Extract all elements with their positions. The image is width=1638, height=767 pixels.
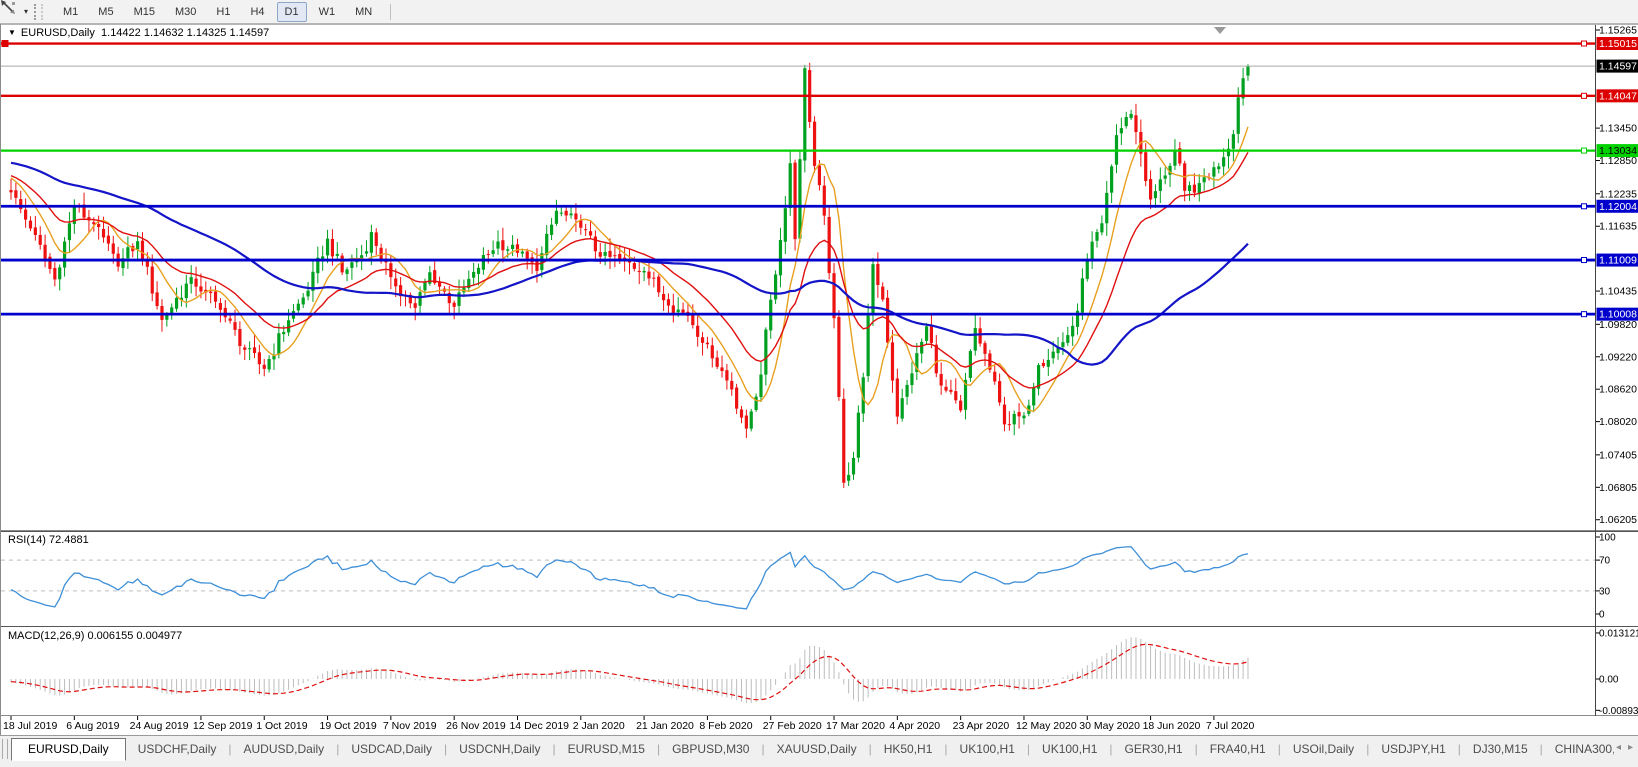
svg-text:24 Aug 2019: 24 Aug 2019: [130, 720, 189, 732]
svg-text:1.14597: 1.14597: [1599, 62, 1637, 73]
timeframe-button-d1[interactable]: D1: [277, 2, 307, 22]
chart-tab-bar: EURUSD,DailyUSDCHF,Daily|AUDUSD,Daily|US…: [0, 735, 1638, 767]
svg-text:1.08620: 1.08620: [1599, 385, 1637, 396]
mt4-terminal: { "toolbar": { "cursor_tool_name": "char…: [0, 0, 1638, 767]
svg-text:21 Jan 2020: 21 Jan 2020: [636, 720, 694, 732]
svg-text:30 May 2020: 30 May 2020: [1079, 720, 1140, 732]
chart-window: 1.15265 1.13450 1.12850 1.12235 1.11635 1.104…: [0, 24, 1638, 735]
svg-text:70: 70: [1599, 556, 1611, 567]
svg-text:18 Jul 2019: 18 Jul 2019: [3, 720, 57, 732]
svg-text:1.10435: 1.10435: [1599, 287, 1637, 298]
svg-text:30: 30: [1599, 586, 1611, 597]
svg-text:23 Apr 2020: 23 Apr 2020: [953, 720, 1010, 732]
svg-text:1.11009: 1.11009: [1599, 256, 1637, 267]
tab-gbpusd-m30[interactable]: GBPUSD,M30: [660, 739, 761, 760]
svg-text:1.14047: 1.14047: [1599, 91, 1637, 102]
tab-scroll-left-icon[interactable]: ◂: [1614, 736, 1626, 753]
svg-text:7 Jul 2020: 7 Jul 2020: [1206, 720, 1255, 732]
timeframe-button-w1[interactable]: W1: [311, 2, 344, 22]
tab-uk100-h1[interactable]: UK100,H1: [948, 739, 1027, 760]
tab-usdcnh-daily[interactable]: USDCNH,Daily: [447, 739, 552, 760]
timeframe-button-h4[interactable]: H4: [242, 2, 272, 22]
svg-text:26 Nov 2019: 26 Nov 2019: [446, 720, 506, 732]
svg-text:18 Jun 2020: 18 Jun 2020: [1143, 720, 1201, 732]
svg-text:1.12004: 1.12004: [1599, 202, 1637, 213]
tab-xauusd-daily[interactable]: XAUUSD,Daily: [765, 739, 869, 760]
svg-text:14 Dec 2019: 14 Dec 2019: [509, 720, 569, 732]
svg-text:6 Aug 2019: 6 Aug 2019: [66, 720, 119, 732]
svg-text:1.06205: 1.06205: [1599, 515, 1637, 526]
toolbar-grip[interactable]: [34, 4, 43, 20]
tab-eurusd-daily[interactable]: EURUSD,Daily: [11, 738, 126, 761]
svg-text:27 Feb 2020: 27 Feb 2020: [763, 720, 822, 732]
tab-scroll-right-icon[interactable]: ▸: [1626, 736, 1638, 753]
tabbar-grip[interactable]: [2, 739, 8, 759]
svg-text:2 Jan 2020: 2 Jan 2020: [573, 720, 625, 732]
timeframe-button-h1[interactable]: H1: [208, 2, 238, 22]
top-toolbar: ▾ M1M5M15M30H1H4D1W1MN: [0, 0, 1638, 24]
svg-text:1.15015: 1.15015: [1599, 39, 1637, 50]
svg-text:8 Feb 2020: 8 Feb 2020: [699, 720, 752, 732]
tab-uk100-h1[interactable]: UK100,H1: [1030, 739, 1109, 760]
tab-usdcad-daily[interactable]: USDCAD,Daily: [339, 739, 444, 760]
svg-text:12 Sep 2019: 12 Sep 2019: [193, 720, 253, 732]
svg-text:4 Apr 2020: 4 Apr 2020: [889, 720, 940, 732]
svg-text:7 Nov 2019: 7 Nov 2019: [383, 720, 437, 732]
svg-text:0.013121: 0.013121: [1599, 628, 1638, 639]
svg-text:1.09820: 1.09820: [1599, 320, 1637, 331]
timeframe-button-m30[interactable]: M30: [167, 2, 204, 22]
timeframe-button-mn[interactable]: MN: [347, 2, 380, 22]
chart-tools-dropdown-icon[interactable]: ▾: [24, 7, 28, 16]
svg-text:100: 100: [1599, 533, 1616, 544]
tab-usdchf-daily[interactable]: USDCHF,Daily: [126, 739, 229, 760]
timeframe-button-group: M1M5M15M30H1H4D1W1MN: [53, 2, 382, 22]
tab-eurusd-m15[interactable]: EURUSD,M15: [556, 739, 657, 760]
chart-canvas[interactable]: 1.15265 1.13450 1.12850 1.12235 1.11635 1.104…: [1, 24, 1638, 735]
svg-text:1.07405: 1.07405: [1599, 450, 1637, 461]
timeframe-button-m1[interactable]: M1: [55, 2, 86, 22]
tab-fra40-h1[interactable]: FRA40,H1: [1198, 739, 1278, 760]
tab-usoil-daily[interactable]: USOil,Daily: [1281, 739, 1366, 760]
svg-text:-0.00893: -0.00893: [1599, 706, 1638, 717]
svg-text:1.10008: 1.10008: [1599, 310, 1637, 321]
svg-text:17 Mar 2020: 17 Mar 2020: [826, 720, 885, 732]
toolbar-separator: [390, 4, 391, 20]
panel-frames: [1, 24, 1638, 735]
timeframe-button-m15[interactable]: M15: [126, 2, 163, 22]
tab-usdjpy-h1[interactable]: USDJPY,H1: [1369, 739, 1457, 760]
svg-text:1.09220: 1.09220: [1599, 352, 1637, 363]
svg-text:1.13450: 1.13450: [1599, 124, 1637, 135]
svg-text:1 Oct 2019: 1 Oct 2019: [256, 720, 308, 732]
tab-ger30-h1[interactable]: GER30,H1: [1113, 739, 1195, 760]
tab-dj30-m15[interactable]: DJ30,M15: [1461, 739, 1540, 760]
svg-text:1.12235: 1.12235: [1599, 189, 1637, 200]
tab-audusd-daily[interactable]: AUDUSD,Daily: [232, 739, 337, 760]
svg-text:1.11635: 1.11635: [1599, 222, 1637, 233]
timeframe-button-m5[interactable]: M5: [90, 2, 121, 22]
svg-text:1.12850: 1.12850: [1599, 156, 1637, 167]
svg-text:1.13034: 1.13034: [1599, 146, 1637, 157]
svg-text:1.06805: 1.06805: [1599, 483, 1637, 494]
svg-text:1.15265: 1.15265: [1599, 26, 1637, 37]
svg-text:12 May 2020: 12 May 2020: [1016, 720, 1077, 732]
tab-hk50-h1[interactable]: HK50,H1: [872, 739, 945, 760]
svg-text:19 Oct 2019: 19 Oct 2019: [320, 720, 377, 732]
chart-tools-icon[interactable]: [4, 4, 22, 20]
svg-text:0: 0: [1599, 610, 1605, 621]
svg-text:0.00: 0.00: [1599, 675, 1619, 686]
chart-tabs: EURUSD,DailyUSDCHF,Daily|AUDUSD,Daily|US…: [11, 736, 1614, 761]
tab-china300-h4[interactable]: CHINA300,H4: [1543, 739, 1614, 760]
svg-text:1.08020: 1.08020: [1599, 417, 1637, 428]
